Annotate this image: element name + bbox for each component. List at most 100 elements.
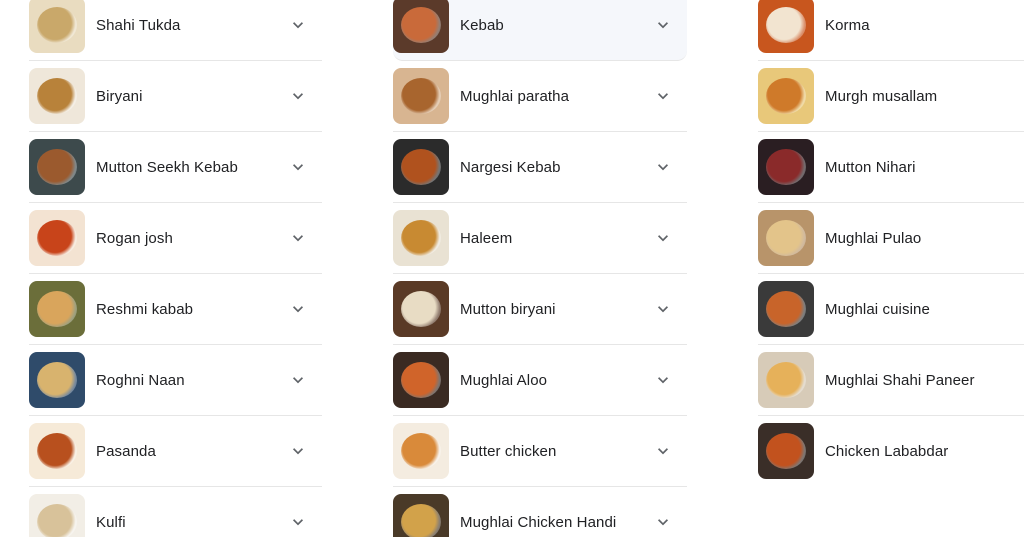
dish-thumbnail (29, 494, 85, 537)
dish-image (37, 149, 77, 185)
chevron-down-icon[interactable] (651, 155, 675, 179)
chevron-down-icon[interactable] (286, 13, 310, 37)
dish-thumbnail (393, 139, 449, 195)
dish-image (766, 78, 806, 114)
item-label: Mutton biryani (460, 300, 556, 318)
list-item[interactable]: Mughlai paratha (393, 61, 687, 132)
dish-thumbnail (758, 0, 814, 53)
chevron-down-icon[interactable] (286, 226, 310, 250)
dish-image (37, 291, 77, 327)
dish-thumbnail (29, 281, 85, 337)
chevron-down-icon[interactable] (651, 368, 675, 392)
item-label: Mughlai Chicken Handi (460, 513, 617, 531)
dish-image (401, 7, 441, 43)
dish-image (37, 504, 77, 537)
chevron-down-icon[interactable] (286, 84, 310, 108)
dish-thumbnail (758, 139, 814, 195)
list-item[interactable]: Kebab (393, 0, 687, 61)
chevron-down-icon[interactable] (286, 439, 310, 463)
chevron-down-icon[interactable] (651, 510, 675, 534)
chevron-down-icon[interactable] (651, 13, 675, 37)
chevron-down-icon[interactable] (651, 84, 675, 108)
item-label: Kulfi (96, 513, 126, 531)
list-item[interactable]: Mughlai Aloo (393, 345, 687, 416)
dish-image (401, 433, 441, 469)
item-label: Rogan josh (96, 229, 173, 247)
dish-thumbnail (29, 68, 85, 124)
dish-image (401, 362, 441, 398)
dish-image (766, 362, 806, 398)
list-item[interactable]: Mughlai Pulao (758, 203, 1024, 274)
item-label: Chicken Lababdar (825, 442, 949, 460)
chevron-down-icon[interactable] (286, 297, 310, 321)
dish-image (766, 433, 806, 469)
list-item[interactable]: Korma (758, 0, 1024, 61)
dish-thumbnail (758, 281, 814, 337)
dish-thumbnail (758, 423, 814, 479)
list-item[interactable]: Mughlai Shahi Paneer (758, 345, 1024, 416)
related-searches-grid: Shahi Tukda Biryani Mutton Seekh Kebab Roga… (0, 0, 1024, 537)
list-item[interactable]: Murgh musallam (758, 61, 1024, 132)
list-item[interactable]: Kulfi (29, 487, 322, 537)
dish-thumbnail (29, 139, 85, 195)
item-label: Kebab (460, 16, 504, 34)
list-item[interactable]: Mughlai cuisine (758, 274, 1024, 345)
list-item[interactable]: Mughlai Chicken Handi (393, 487, 687, 537)
chevron-down-icon[interactable] (651, 439, 675, 463)
list-item[interactable]: Roghni Naan (29, 345, 322, 416)
dish-image (37, 362, 77, 398)
dish-thumbnail (29, 210, 85, 266)
list-item[interactable]: Chicken Lababdar (758, 416, 1024, 486)
item-label: Biryani (96, 87, 143, 105)
item-label: Shahi Tukda (96, 16, 181, 34)
chevron-down-icon[interactable] (286, 510, 310, 534)
chevron-down-icon[interactable] (286, 368, 310, 392)
dish-thumbnail (29, 423, 85, 479)
dish-image (766, 291, 806, 327)
item-label: Mughlai Pulao (825, 229, 922, 247)
column-3: Korma Murgh musallam Mutton Nihari Mughlai … (758, 0, 1024, 486)
dish-thumbnail (393, 352, 449, 408)
dish-thumbnail (393, 0, 449, 53)
chevron-down-icon[interactable] (651, 226, 675, 250)
dish-image (766, 220, 806, 256)
dish-image (766, 149, 806, 185)
list-item[interactable]: Mutton biryani (393, 274, 687, 345)
dish-image (37, 78, 77, 114)
item-label: Mughlai Shahi Paneer (825, 371, 975, 389)
dish-thumbnail (758, 352, 814, 408)
column-1: Shahi Tukda Biryani Mutton Seekh Kebab Roga… (29, 0, 322, 537)
list-item[interactable]: Mutton Nihari (758, 132, 1024, 203)
list-item[interactable]: Haleem (393, 203, 687, 274)
item-label: Pasanda (96, 442, 156, 460)
dish-thumbnail (393, 210, 449, 266)
chevron-down-icon[interactable] (651, 297, 675, 321)
dish-image (37, 433, 77, 469)
dish-image (37, 220, 77, 256)
item-label: Nargesi Kebab (460, 158, 561, 176)
column-2: Kebab Mughlai paratha Nargesi Kebab Haleem M… (393, 0, 687, 537)
item-label: Mutton Nihari (825, 158, 916, 176)
dish-image (401, 220, 441, 256)
list-item[interactable]: Shahi Tukda (29, 0, 322, 61)
chevron-down-icon[interactable] (286, 155, 310, 179)
dish-thumbnail (29, 352, 85, 408)
list-item[interactable]: Nargesi Kebab (393, 132, 687, 203)
item-label: Mughlai cuisine (825, 300, 930, 318)
list-item[interactable]: Butter chicken (393, 416, 687, 487)
item-label: Mutton Seekh Kebab (96, 158, 238, 176)
list-item[interactable]: Rogan josh (29, 203, 322, 274)
item-label: Roghni Naan (96, 371, 185, 389)
list-item[interactable]: Pasanda (29, 416, 322, 487)
dish-thumbnail (393, 68, 449, 124)
list-item[interactable]: Mutton Seekh Kebab (29, 132, 322, 203)
dish-image (401, 149, 441, 185)
dish-thumbnail (29, 0, 85, 53)
list-item[interactable]: Reshmi kabab (29, 274, 322, 345)
dish-thumbnail (758, 68, 814, 124)
dish-image (766, 7, 806, 43)
item-label: Haleem (460, 229, 513, 247)
item-label: Reshmi kabab (96, 300, 194, 318)
list-item[interactable]: Biryani (29, 61, 322, 132)
dish-image (37, 7, 77, 43)
